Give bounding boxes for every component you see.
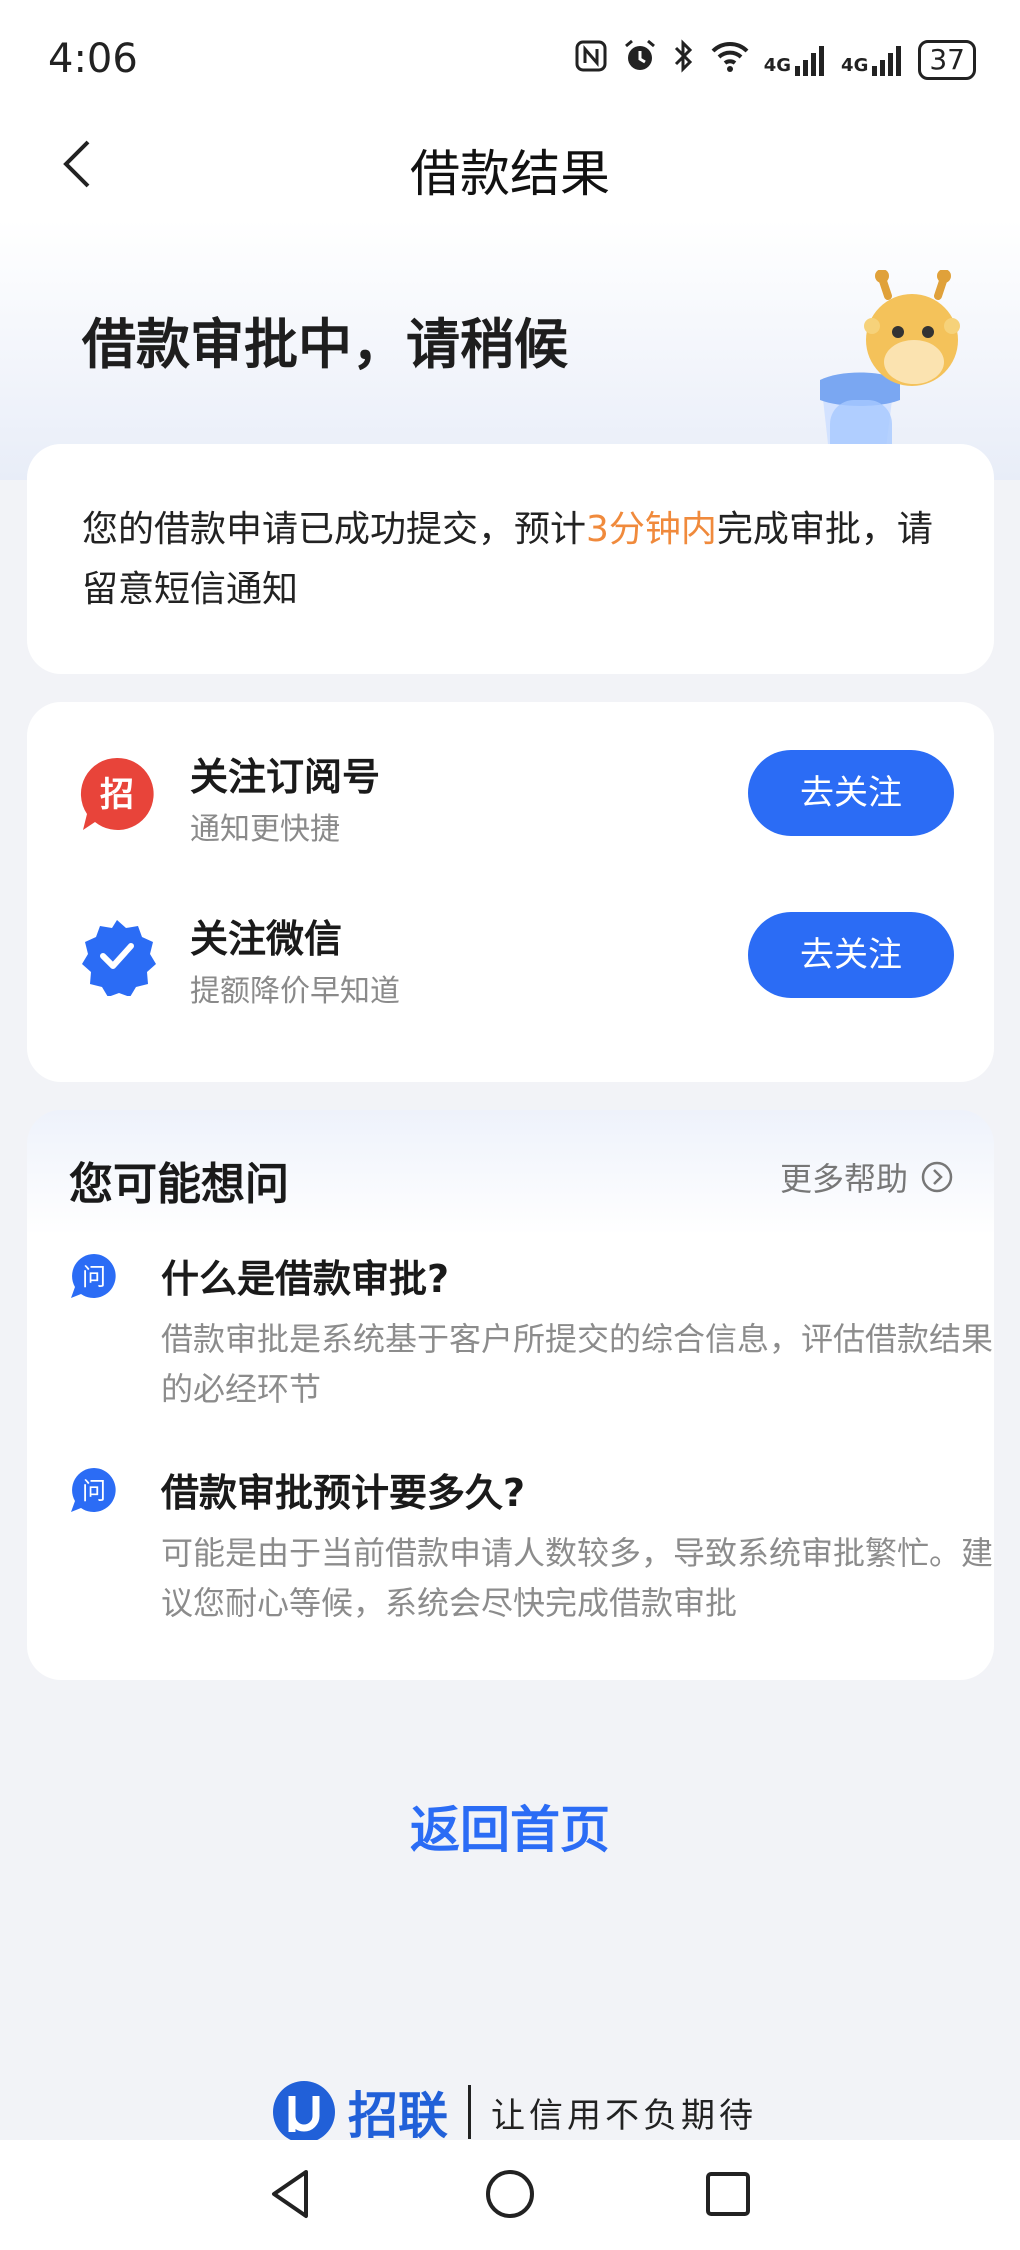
question-icon-label: 问 <box>82 1477 106 1505</box>
page-title: 借款结果 <box>410 145 610 203</box>
bluetooth-icon <box>672 38 696 82</box>
subscription-icon: 招 <box>77 754 157 834</box>
signal-icon-1: 4G <box>764 44 827 76</box>
header: 借款结果 <box>0 110 1020 220</box>
follow-subtitle: 提额降价早知道 <box>190 974 400 1009</box>
battery-icon: 37 <box>918 40 976 80</box>
verified-badge-icon <box>77 916 157 997</box>
signal-icon-2: 4G <box>841 44 904 76</box>
question-icon-label: 问 <box>82 1263 106 1291</box>
notice-text-part: 您的借款申请已成功提交，预计 <box>82 509 587 550</box>
chevron-right-circle-icon <box>921 1161 953 1193</box>
nav-home-button[interactable] <box>480 2164 540 2224</box>
status-time: 4:06 <box>48 36 138 82</box>
follow-wechat-button[interactable]: 去关注 <box>748 912 954 998</box>
more-help-link[interactable]: 更多帮助 <box>780 1154 954 1200</box>
square-recents-icon <box>706 2172 750 2216</box>
status-bar: 4:06 4G 4G 37 <box>0 0 1020 110</box>
brand-slogan: 让信用不负期待 <box>491 2095 757 2136</box>
hero-title: 借款审批中，请稍候 <box>82 313 568 376</box>
question-icon: 问 <box>69 1252 119 1300</box>
status-icons: 4G 4G 37 <box>574 38 976 82</box>
circle-home-icon <box>486 2170 534 2218</box>
faq-card: 您可能想问 更多帮助 问 什么是借款审批? 借款审批是系统基于客户所提交的综合信… <box>27 1110 994 1680</box>
hero-banner: 借款审批中，请稍候 <box>0 220 1020 480</box>
follow-subtitle: 通知更快捷 <box>190 812 340 847</box>
nav-back-button[interactable] <box>262 2164 322 2224</box>
faq-answer: 借款审批是系统基于客户所提交的综合信息，评估借款结果的必经环节 <box>161 1320 994 1408</box>
faq-question: 借款审批预计要多久? <box>161 1471 526 1515</box>
faq-item[interactable]: 问 借款审批预计要多久? 可能是由于当前借款申请人数较多，导致系统审批繁忙。建议… <box>69 1462 993 1632</box>
brand-divider <box>468 2085 471 2139</box>
follow-row-wechat: 关注微信 提额降价早知道 去关注 <box>27 880 994 1030</box>
faq-title: 您可能想问 <box>69 1159 289 1210</box>
notice-highlight: 3分钟内 <box>586 509 717 550</box>
brand-name: 招联 <box>348 2087 448 2145</box>
nav-recents-button[interactable] <box>698 2164 758 2224</box>
follow-row-subscription: 招 关注订阅号 通知更快捷 去关注 <box>27 718 994 868</box>
follow-card: 招 关注订阅号 通知更快捷 去关注 关注微信 提额降价早知道 去关注 <box>27 702 994 1082</box>
triangle-back-icon <box>272 2170 308 2218</box>
brand-logo-icon <box>273 2081 335 2143</box>
nfc-icon <box>574 39 608 81</box>
follow-title: 关注订阅号 <box>190 755 381 799</box>
follow-subscription-button[interactable]: 去关注 <box>748 750 954 836</box>
notice-card: 您的借款申请已成功提交，预计3分钟内完成审批，请留意短信通知 <box>27 444 994 674</box>
faq-answer: 可能是由于当前借款申请人数较多，导致系统审批繁忙。建议您耐心等候，系统会尽快完成… <box>161 1534 994 1622</box>
more-help-label: 更多帮助 <box>779 1160 908 1198</box>
system-nav-bar <box>0 2140 1020 2250</box>
alarm-icon <box>622 38 658 82</box>
question-icon: 问 <box>69 1466 119 1514</box>
faq-question: 什么是借款审批? <box>161 1257 450 1301</box>
follow-title: 关注微信 <box>190 917 343 961</box>
subscription-icon-label: 招 <box>100 775 134 815</box>
return-home-link[interactable]: 返回首页 <box>0 1790 1020 1862</box>
wifi-icon <box>710 39 750 81</box>
faq-item[interactable]: 问 什么是借款审批? 借款审批是系统基于客户所提交的综合信息，评估借款结果的必经… <box>69 1248 993 1418</box>
notice-text: 您的借款申请已成功提交，预计3分钟内完成审批，请留意短信通知 <box>82 500 942 620</box>
